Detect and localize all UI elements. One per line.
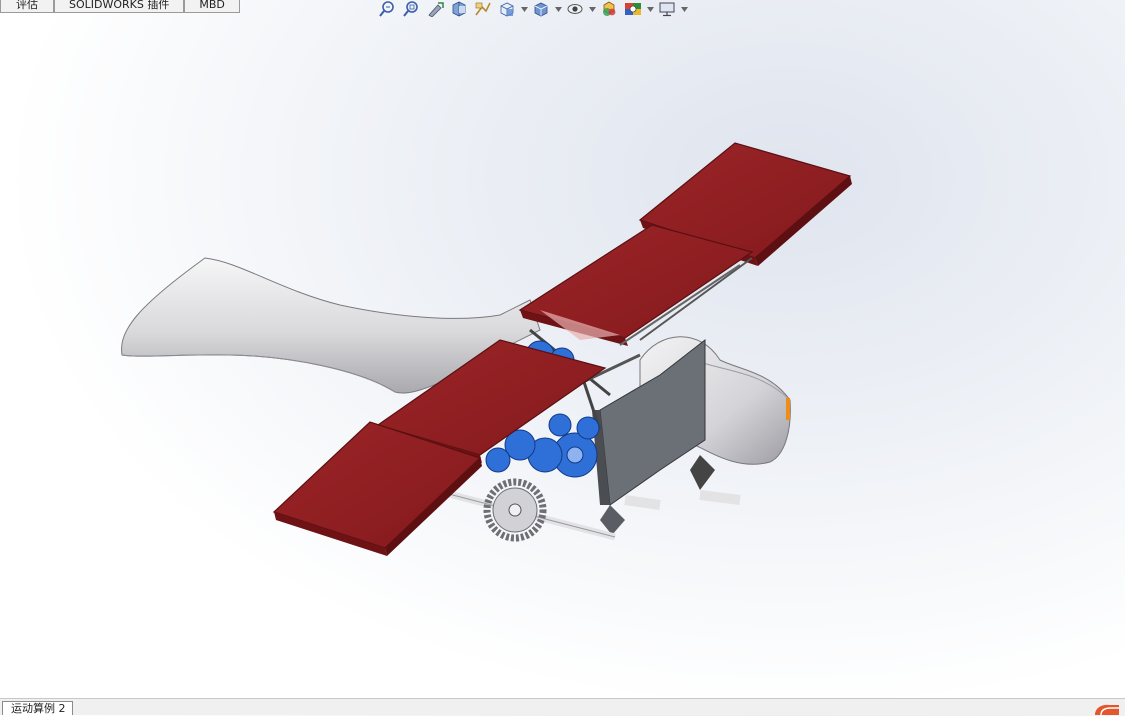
tab-evaluate[interactable]: 评估	[0, 0, 54, 13]
graphics-area[interactable]	[0, 18, 1125, 698]
bottom-tab-bar: 运动算例 2	[0, 698, 1125, 715]
display-style-dropdown-icon[interactable]	[554, 0, 562, 18]
zoom-to-area-icon[interactable]	[400, 0, 422, 18]
hide-show-dropdown-icon[interactable]	[588, 0, 596, 18]
view-settings-icon[interactable]	[656, 0, 678, 18]
rear-wing[interactable]	[518, 142, 852, 346]
app-logo-icon	[1095, 704, 1119, 715]
view-orientation-icon[interactable]	[496, 0, 518, 18]
section-view-icon[interactable]	[448, 0, 470, 18]
apply-scene-icon[interactable]	[622, 0, 644, 18]
dynamic-annotation-icon[interactable]	[472, 0, 494, 18]
heads-up-view-toolbar	[376, 0, 688, 18]
edit-appearance-icon[interactable]	[598, 0, 620, 18]
view-settings-dropdown-icon[interactable]	[680, 0, 688, 18]
previous-view-icon[interactable]	[424, 0, 446, 18]
tab-solidworks-addins[interactable]: SOLIDWORKS 插件	[54, 0, 185, 13]
command-manager-tabs: 评估 SOLIDWORKS 插件 MBD	[0, 0, 240, 13]
hide-show-items-icon[interactable]	[564, 0, 586, 18]
apply-scene-dropdown-icon[interactable]	[646, 0, 654, 18]
zoom-to-fit-icon[interactable]	[376, 0, 398, 18]
tab-mbd[interactable]: MBD	[184, 0, 240, 13]
motion-study-tab[interactable]: 运动算例 2	[2, 701, 73, 715]
view-orientation-dropdown-icon[interactable]	[520, 0, 528, 18]
grey-spur-gear[interactable]	[483, 478, 547, 542]
cad-model[interactable]	[0, 18, 1125, 698]
selection-handle[interactable]	[786, 398, 790, 420]
display-style-icon[interactable]	[530, 0, 552, 18]
